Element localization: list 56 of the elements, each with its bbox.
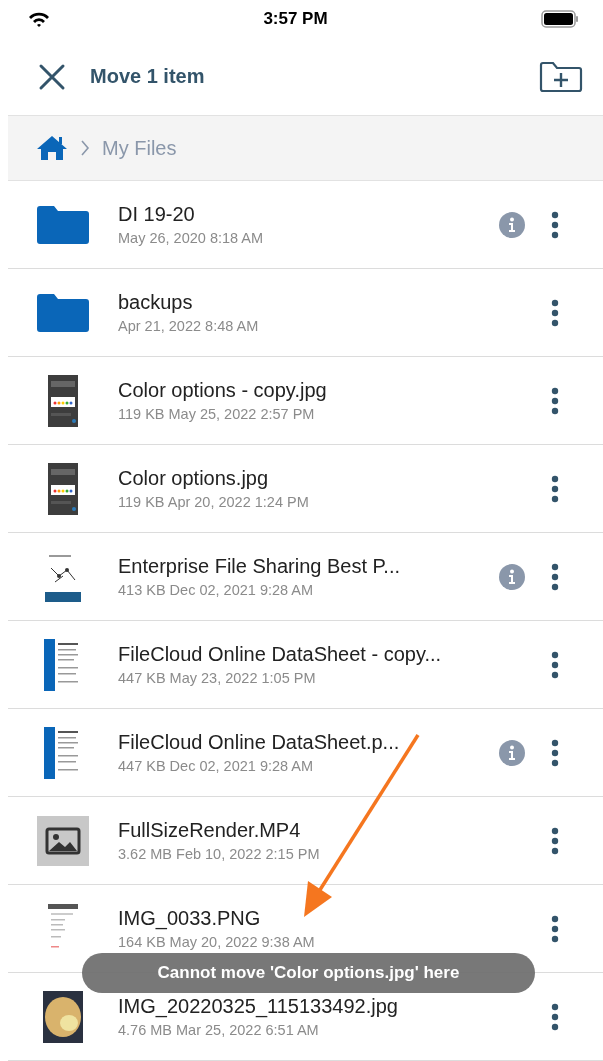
- status-time: 3:57 PM: [263, 9, 328, 29]
- file-details: 164 KB May 20, 2022 9:38 AM: [118, 934, 316, 950]
- file-name: FileCloud Online DataSheet - copy...: [118, 643, 443, 666]
- file-details: 4.76 MB Mar 25, 2022 6:51 AM: [118, 1022, 320, 1038]
- file-row[interactable]: FullSizeRender.MP4 3.62 MB Feb 10, 2022 2:15 PM: [8, 797, 603, 885]
- more-options-button[interactable]: [551, 826, 559, 855]
- file-row[interactable]: Enterprise File Sharing Best P... 413 KB Dec 02, 2021 9:28 AM: [8, 533, 603, 621]
- photo-placeholder: [43, 990, 83, 1043]
- file-row[interactable]: Color options - copy.jpg 119 KB May 25, 2022 2:57 PM: [8, 357, 603, 445]
- file-name: IMG_0033.PNG: [118, 907, 262, 930]
- file-name: Color options - copy.jpg: [118, 379, 328, 402]
- file-row[interactable]: FileCloud Online DataSheet.p... 447 KB Dec 02, 2021 9:28 AM: [8, 709, 603, 797]
- more-options-button[interactable]: [551, 738, 559, 767]
- wifi-icon: [28, 11, 50, 27]
- error-toast: Cannot move 'Color options.jpg' here: [82, 953, 535, 993]
- more-options-button[interactable]: [551, 562, 559, 591]
- more-options-button[interactable]: [551, 474, 559, 503]
- more-options-button[interactable]: [551, 298, 559, 327]
- folder-icon: [37, 205, 89, 244]
- info-button[interactable]: [499, 739, 525, 766]
- folder-icon: [37, 293, 89, 332]
- file-name: IMG_20220325_115133492.jpg: [118, 995, 399, 1018]
- file-details: 119 KB May 25, 2022 2:57 PM: [118, 406, 316, 422]
- file-row[interactable]: DI 19-20 May 26, 2020 8:18 AM: [8, 181, 603, 269]
- file-details: 447 KB Dec 02, 2021 9:28 AM: [118, 758, 315, 774]
- file-name: FileCloud Online DataSheet.p...: [118, 731, 401, 754]
- more-options-button[interactable]: [551, 650, 559, 679]
- info-button[interactable]: [499, 563, 525, 590]
- file-details: 3.62 MB Feb 10, 2022 2:15 PM: [118, 846, 321, 862]
- new-folder-button[interactable]: [539, 60, 583, 93]
- more-options-button[interactable]: [551, 210, 559, 239]
- home-button[interactable]: [36, 135, 68, 161]
- file-details: May 26, 2020 8:18 AM: [118, 230, 265, 246]
- file-name: Enterprise File Sharing Best P...: [118, 555, 401, 578]
- file-row[interactable]: FileCloud Online DataSheet - copy... 447 KB May 23, 2022 1:05 PM: [8, 621, 603, 709]
- image-placeholder-icon: [37, 815, 89, 866]
- file-name: FullSizeRender.MP4: [118, 819, 302, 842]
- battery-icon: [541, 10, 579, 28]
- file-details: 447 KB May 23, 2022 1:05 PM: [118, 670, 317, 686]
- info-button[interactable]: [499, 211, 525, 238]
- toolbar-title: Move 1 item: [90, 65, 205, 88]
- screenshot-thumbnail: [48, 462, 78, 515]
- file-row[interactable]: backups Apr 21, 2022 8:48 AM: [8, 269, 603, 357]
- more-options-button[interactable]: [551, 386, 559, 415]
- file-row[interactable]: Color options.jpg 119 KB Apr 20, 2022 1:24 PM: [8, 445, 603, 533]
- file-name: Color options.jpg: [118, 467, 270, 490]
- more-options-button[interactable]: [551, 1002, 559, 1031]
- file-name: backups: [118, 291, 194, 314]
- file-details: 119 KB Apr 20, 2022 1:24 PM: [118, 494, 310, 510]
- file-name: DI 19-20: [118, 203, 196, 226]
- more-options-button[interactable]: [551, 914, 559, 943]
- close-button[interactable]: [38, 62, 66, 91]
- file-details: 413 KB Dec 02, 2021 9:28 AM: [118, 582, 315, 598]
- file-details: Apr 21, 2022 8:48 AM: [118, 318, 260, 334]
- screenshot-thumbnail: [48, 374, 78, 427]
- chevron-right-icon: [80, 139, 90, 157]
